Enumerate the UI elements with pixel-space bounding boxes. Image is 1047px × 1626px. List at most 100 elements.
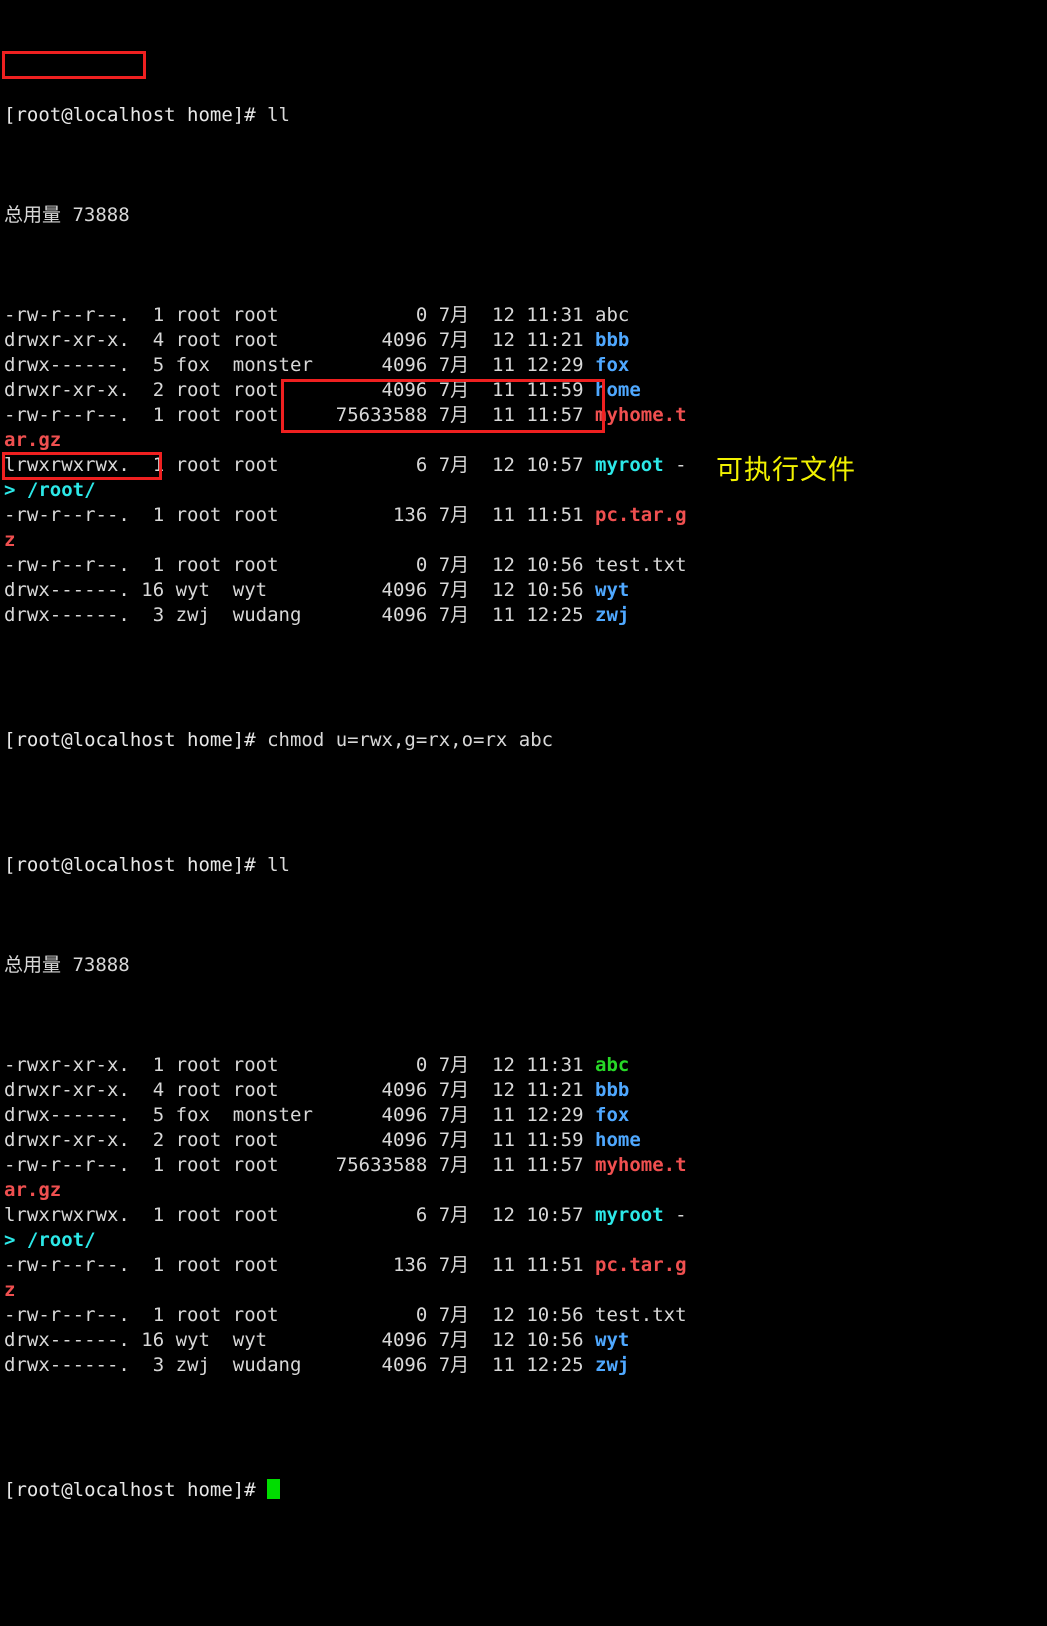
file-permissions: drwx------. <box>4 579 130 601</box>
file-name: myhome.t <box>595 1154 687 1176</box>
file-row: lrwxrwxrwx. 1 root root 6 7月 12 10:57 my… <box>4 453 1047 478</box>
file-linkcount: 1 <box>129 1154 165 1176</box>
file-permissions: drwx------. <box>4 1104 130 1126</box>
file-owner-group: root root <box>164 554 313 576</box>
block-cursor <box>267 1479 281 1499</box>
file-name: abc <box>595 304 630 326</box>
file-date: 7月 11 11:51 <box>427 1254 595 1276</box>
file-owner-group: fox monster <box>164 354 313 376</box>
file-name: myhome.t <box>595 404 687 426</box>
total-line-before: 总用量 73888 <box>4 204 130 226</box>
file-date: 7月 11 11:57 <box>427 404 595 426</box>
file-row: lrwxrwxrwx. 1 root root 6 7月 12 10:57 my… <box>4 1203 1047 1228</box>
file-owner-group: root root <box>164 404 313 426</box>
file-row: -rw-r--r--. 1 root root 75633588 7月 11 1… <box>4 1153 1047 1178</box>
file-linkcount: 1 <box>129 1304 165 1326</box>
file-name: wyt <box>595 1329 630 1351</box>
file-owner-group: root root <box>164 379 313 401</box>
file-date: 7月 12 10:56 <box>427 1304 595 1326</box>
chmod-command-text: chmod u=rwx,g=rx,o=rx abc <box>267 729 554 751</box>
file-date: 7月 12 10:57 <box>427 454 595 476</box>
shell-prompt: [root@localhost home]# <box>4 729 268 751</box>
file-linkcount: 16 <box>129 579 165 601</box>
file-row: drwxr-xr-x. 2 root root 4096 7月 11 11:59… <box>4 1128 1047 1153</box>
file-name-wrapped: z <box>4 529 16 551</box>
file-date: 7月 11 12:29 <box>427 1104 595 1126</box>
file-row-wrap: > /root/ <box>4 1228 1047 1253</box>
file-size: 4096 <box>312 1329 428 1351</box>
file-name: bbb <box>595 329 630 351</box>
file-row: -rw-r--r--. 1 root root 136 7月 11 11:51 … <box>4 1253 1047 1278</box>
file-name: home <box>595 1129 641 1151</box>
terminal-line-final: [root@localhost home]# <box>4 1478 1047 1503</box>
file-date: 7月 11 12:29 <box>427 354 595 376</box>
file-linkcount: 3 <box>129 604 165 626</box>
file-permissions: drwx------. <box>4 604 130 626</box>
file-linkcount: 5 <box>129 354 165 376</box>
file-linkcount: 1 <box>129 1254 165 1276</box>
file-name-wrapped: ar.gz <box>4 429 62 451</box>
file-name-suffix: - <box>663 454 687 476</box>
file-owner-group: root root <box>164 1204 313 1226</box>
file-owner-group: root root <box>164 1079 313 1101</box>
file-row: drwx------. 16 wyt wyt 4096 7月 12 10:56 … <box>4 1328 1047 1353</box>
file-row: drwx------. 16 wyt wyt 4096 7月 12 10:56 … <box>4 578 1047 603</box>
file-size: 136 <box>312 504 428 526</box>
file-row-wrap: ar.gz <box>4 428 1047 453</box>
file-date: 7月 11 11:59 <box>427 1129 595 1151</box>
file-name: myroot <box>595 1204 664 1226</box>
file-date: 7月 12 11:21 <box>427 329 595 351</box>
file-linkcount: 2 <box>129 379 165 401</box>
file-permissions: drwx------. <box>4 1329 130 1351</box>
file-permissions: drwxr-xr-x. <box>4 329 130 351</box>
file-permissions: -rw-r--r--. <box>4 504 130 526</box>
file-size: 75633588 <box>312 404 428 426</box>
file-owner-group: wyt wyt <box>164 1329 313 1351</box>
file-name: bbb <box>595 1079 630 1101</box>
file-date: 7月 11 11:51 <box>427 504 595 526</box>
file-permissions: lrwxrwxrwx. <box>4 1204 130 1226</box>
file-size: 136 <box>312 1254 428 1276</box>
file-linkcount: 1 <box>129 1054 165 1076</box>
file-date: 7月 12 10:56 <box>427 1329 595 1351</box>
file-linkcount: 1 <box>129 404 165 426</box>
file-permissions: drwxr-xr-x. <box>4 1129 130 1151</box>
file-date: 7月 11 12:25 <box>427 1354 595 1376</box>
file-row-wrap: z <box>4 528 1047 553</box>
command-text: ll <box>267 104 290 126</box>
file-owner-group: root root <box>164 329 313 351</box>
file-name-suffix: - <box>663 1204 687 1226</box>
file-row-wrap: ar.gz <box>4 1178 1047 1203</box>
file-size: 4096 <box>312 1354 428 1376</box>
file-name-wrapped: z <box>4 1279 16 1301</box>
file-permissions: -rw-r--r--. <box>4 1254 130 1276</box>
file-row: drwxr-xr-x. 2 root root 4096 7月 11 11:59… <box>4 378 1047 403</box>
file-row: -rwxr-xr-x. 1 root root 0 7月 12 11:31 ab… <box>4 1053 1047 1078</box>
terminal-line: [root@localhost home]# chmod u=rwx,g=rx,… <box>4 728 1047 753</box>
file-size: 4096 <box>312 379 428 401</box>
file-owner-group: zwj wudang <box>164 604 313 626</box>
file-permissions: -rw-r--r--. <box>4 304 130 326</box>
terminal-window[interactable]: [root@localhost home]# ll 总用量 73888 -rw-… <box>0 0 1047 1501</box>
file-size: 6 <box>312 454 428 476</box>
file-name: test.txt <box>595 1304 687 1326</box>
file-row: drwx------. 5 fox monster 4096 7月 11 12:… <box>4 353 1047 378</box>
file-name: zwj <box>595 1354 630 1376</box>
file-size: 0 <box>312 1304 428 1326</box>
file-name-wrapped: ar.gz <box>4 1179 62 1201</box>
file-name: myroot <box>595 454 664 476</box>
file-row: drwxr-xr-x. 4 root root 4096 7月 12 11:21… <box>4 1078 1047 1103</box>
file-size: 0 <box>312 554 428 576</box>
terminal-line: [root@localhost home]# ll <box>4 853 1047 878</box>
file-row: drwx------. 3 zwj wudang 4096 7月 11 12:2… <box>4 1353 1047 1378</box>
file-name: fox <box>595 1104 630 1126</box>
total-line-after: 总用量 73888 <box>4 954 130 976</box>
file-size: 4096 <box>312 354 428 376</box>
file-linkcount: 1 <box>129 1204 165 1226</box>
shell-prompt: [root@localhost home]# <box>4 104 268 126</box>
file-linkcount: 1 <box>129 554 165 576</box>
file-name: wyt <box>595 579 630 601</box>
file-linkcount: 5 <box>129 1104 165 1126</box>
file-owner-group: root root <box>164 1254 313 1276</box>
file-linkcount: 4 <box>129 329 165 351</box>
